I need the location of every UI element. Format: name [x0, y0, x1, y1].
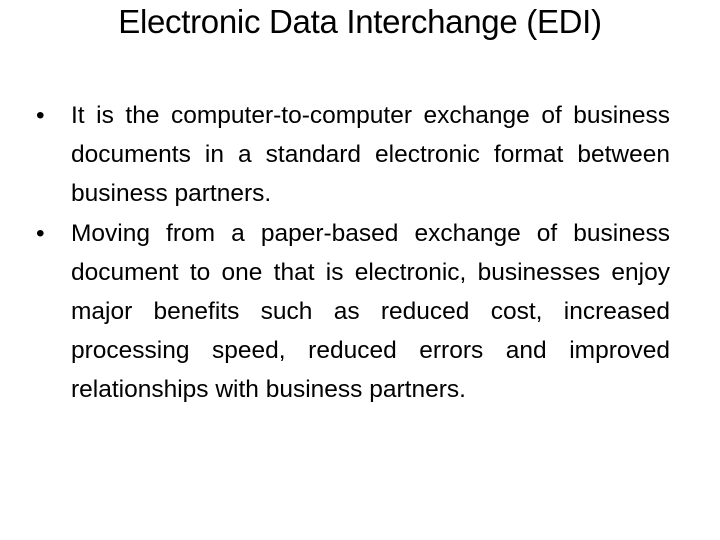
- bullet-item: • It is the computer-to-computer exchang…: [36, 96, 670, 214]
- bullet-text: It is the computer-to-computer exchange …: [71, 102, 670, 208]
- bullet-text: Moving from a paper-based exchange of bu…: [71, 219, 670, 404]
- bullet-icon: •: [36, 102, 45, 129]
- bullet-list: • It is the computer-to-computer exchang…: [36, 96, 670, 410]
- bullet-icon: •: [36, 219, 45, 247]
- bullet-item: • Moving from a paper-based exchange of …: [36, 214, 670, 410]
- slide-title: Electronic Data Interchange (EDI): [118, 3, 602, 40]
